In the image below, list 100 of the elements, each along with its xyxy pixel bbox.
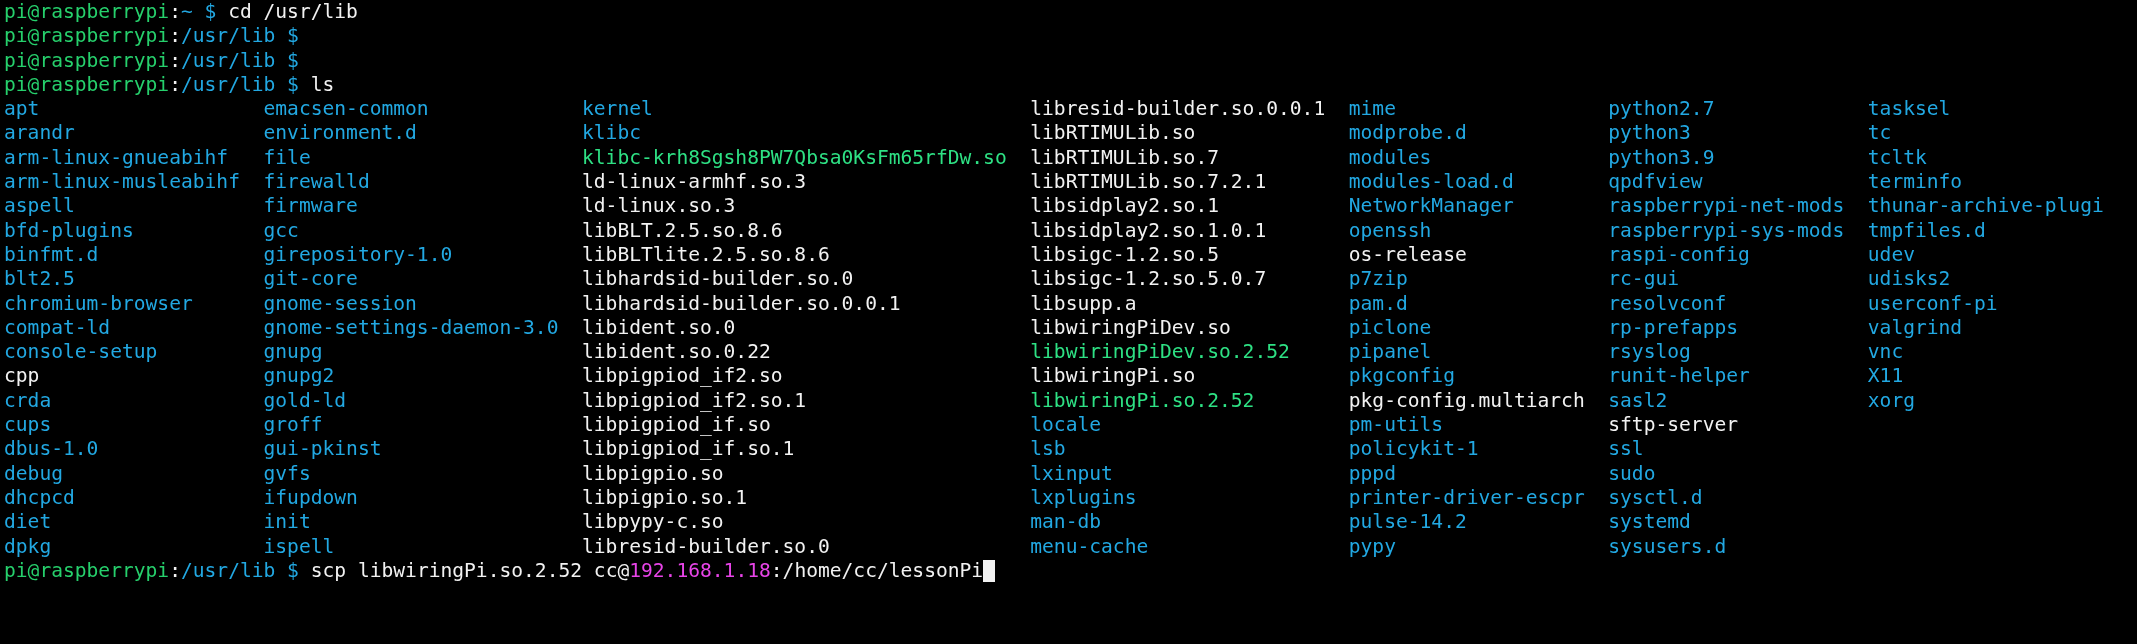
listing-entry: libBLT.2.5.so.8.6 bbox=[582, 218, 783, 243]
listing-entry: man-db bbox=[1030, 510, 1102, 535]
listing-entry: pm-utils bbox=[1348, 413, 1444, 438]
listing-entry: modules-load.d bbox=[1348, 170, 1514, 195]
prompt-user: pi@raspberrypi bbox=[4, 24, 170, 49]
listing-entry: python3.9 bbox=[1608, 145, 1715, 171]
listing-entry: gnome-settings-daemon-3.0 bbox=[263, 315, 559, 341]
listing-entry: tcltk bbox=[1867, 145, 1927, 171]
prompt-separator: : bbox=[169, 48, 181, 73]
listing-entry: raspberrypi-sys-mods bbox=[1608, 218, 1845, 243]
ip-address: 192.168.1.18 bbox=[629, 558, 771, 584]
listing-entry: kernel bbox=[582, 97, 653, 122]
listing-entry: valgrind bbox=[1867, 315, 1963, 341]
listing-entry: gnupg2 bbox=[263, 364, 335, 389]
listing-entry: libsidplay2.so.1.0.1 bbox=[1030, 218, 1267, 243]
listing-entry: libpigpiod_if2.so.1 bbox=[582, 388, 807, 414]
listing-entry: resolvconf bbox=[1608, 291, 1727, 316]
prompt-path: /usr/lib $ bbox=[180, 72, 299, 98]
prompt-separator: : bbox=[169, 0, 181, 25]
listing-entry: userconf-pi bbox=[1867, 291, 1998, 316]
listing-entry: gvfs bbox=[263, 461, 311, 486]
listing-entry: console-setup bbox=[4, 340, 158, 365]
prompt-user: pi@raspberrypi bbox=[4, 72, 170, 98]
listing-entry: python3 bbox=[1608, 121, 1691, 146]
listing-entry: thunar-archive-plugi bbox=[1867, 194, 2104, 219]
listing-entry: libwiringPi.so bbox=[1030, 364, 1196, 389]
listing-entry: ssl bbox=[1608, 437, 1644, 462]
listing-entry: X11 bbox=[1867, 364, 1904, 389]
listing-entry: libhardsid-builder.so.0.0.1 bbox=[582, 291, 901, 316]
listing-entry: ld-linux.so.3 bbox=[582, 194, 736, 219]
listing-entry: libhardsid-builder.so.0 bbox=[582, 267, 854, 292]
listing-entry: locale bbox=[1030, 413, 1102, 438]
listing-entry: rc-gui bbox=[1608, 267, 1680, 292]
listing-entry: libpypy-c.so bbox=[582, 510, 724, 535]
listing-entry: modprobe.d bbox=[1348, 121, 1467, 146]
listing-entry: ifupdown bbox=[263, 485, 358, 511]
listing-entry: mime bbox=[1348, 97, 1396, 122]
prompt-user: pi@raspberrypi bbox=[4, 558, 170, 584]
listing-entry: klibc bbox=[582, 121, 641, 146]
listing-entry: libsigc-1.2.so.5 bbox=[1030, 242, 1219, 268]
listing-entry: xorg bbox=[1867, 388, 1915, 414]
listing-entry: gnupg bbox=[263, 340, 323, 365]
listing-entry: rp-prefapps bbox=[1608, 315, 1739, 341]
listing-entry: diet bbox=[4, 510, 52, 535]
listing-entry: chromium-browser bbox=[4, 291, 193, 316]
listing-entry: libsupp.a bbox=[1030, 291, 1137, 316]
listing-entry: sudo bbox=[1608, 461, 1656, 486]
listing-entry: libwiringPiDev.so.2.52 bbox=[1030, 340, 1290, 365]
listing-entry: init bbox=[263, 510, 311, 535]
listing-entry: modules bbox=[1348, 145, 1432, 171]
listing-entry: pypy bbox=[1348, 534, 1396, 559]
listing-entry: raspi-config bbox=[1608, 242, 1750, 268]
listing-entry: dbus-1.0 bbox=[4, 437, 99, 462]
prompt-separator: : bbox=[169, 558, 181, 584]
listing-entry: tmpfiles.d bbox=[1867, 218, 1986, 243]
command-text: ls bbox=[309, 72, 335, 98]
prompt-user: pi@raspberrypi bbox=[4, 0, 170, 25]
listing-entry: apt bbox=[4, 97, 40, 122]
listing-entry: pulse-14.2 bbox=[1348, 510, 1467, 535]
listing-entry: dpkg bbox=[4, 534, 52, 559]
listing-entry: libwiringPi.so.2.52 bbox=[1030, 388, 1255, 414]
listing-entry: sysctl.d bbox=[1608, 485, 1703, 511]
listing-entry: qpdfview bbox=[1608, 170, 1703, 195]
prompt-path: ~ $ bbox=[180, 0, 217, 25]
listing-entry: raspberrypi-net-mods bbox=[1608, 194, 1845, 219]
listing-entry: debug bbox=[4, 461, 63, 486]
listing-entry: libBLTlite.2.5.so.8.6 bbox=[582, 242, 830, 268]
listing-entry: arandr bbox=[4, 121, 75, 146]
listing-entry: udev bbox=[1867, 242, 1915, 268]
listing-entry: cpp bbox=[4, 364, 40, 389]
listing-entry: systemd bbox=[1608, 510, 1691, 535]
listing-entry: pipanel bbox=[1348, 340, 1432, 365]
listing-entry: libRTIMULib.so.7.2.1 bbox=[1030, 170, 1267, 195]
listing-entry: gold-ld bbox=[263, 388, 347, 414]
listing-entry: firewalld bbox=[263, 170, 370, 195]
listing-entry: policykit-1 bbox=[1348, 437, 1479, 462]
listing-entry: lxplugins bbox=[1030, 485, 1137, 511]
listing-entry: gnome-session bbox=[263, 291, 417, 316]
listing-entry: klibc-krh8Sgsh8PW7Qbsa0KsFm65rfDw.so bbox=[582, 145, 1007, 171]
listing-entry: sasl2 bbox=[1608, 388, 1668, 414]
listing-entry: runit-helper bbox=[1608, 364, 1750, 389]
listing-entry: file bbox=[263, 145, 311, 171]
listing-entry: emacsen-common bbox=[263, 97, 429, 122]
listing-entry: os-release bbox=[1348, 242, 1467, 268]
listing-entry: menu-cache bbox=[1030, 534, 1149, 559]
listing-entry: udisks2 bbox=[1867, 267, 1951, 292]
listing-entry: rsyslog bbox=[1608, 340, 1691, 365]
listing-entry: tc bbox=[1867, 121, 1892, 146]
prompt-separator: : bbox=[169, 72, 181, 98]
listing-entry: gcc bbox=[263, 218, 299, 243]
listing-entry: pkg-config.multiarch bbox=[1348, 388, 1585, 414]
listing-entry: libpigpio.so.1 bbox=[582, 485, 748, 511]
listing-entry: ld-linux-armhf.so.3 bbox=[582, 170, 807, 195]
listing-entry: lxinput bbox=[1030, 461, 1113, 486]
listing-entry: libpigpiod_if.so.1 bbox=[582, 437, 795, 462]
listing-entry: libpigpiod_if2.so bbox=[582, 364, 783, 389]
prompt-path: /usr/lib $ bbox=[180, 558, 299, 584]
listing-entry: groff bbox=[263, 413, 323, 438]
listing-entry: vnc bbox=[1867, 340, 1904, 365]
command-text: cd /usr/lib bbox=[227, 0, 358, 25]
